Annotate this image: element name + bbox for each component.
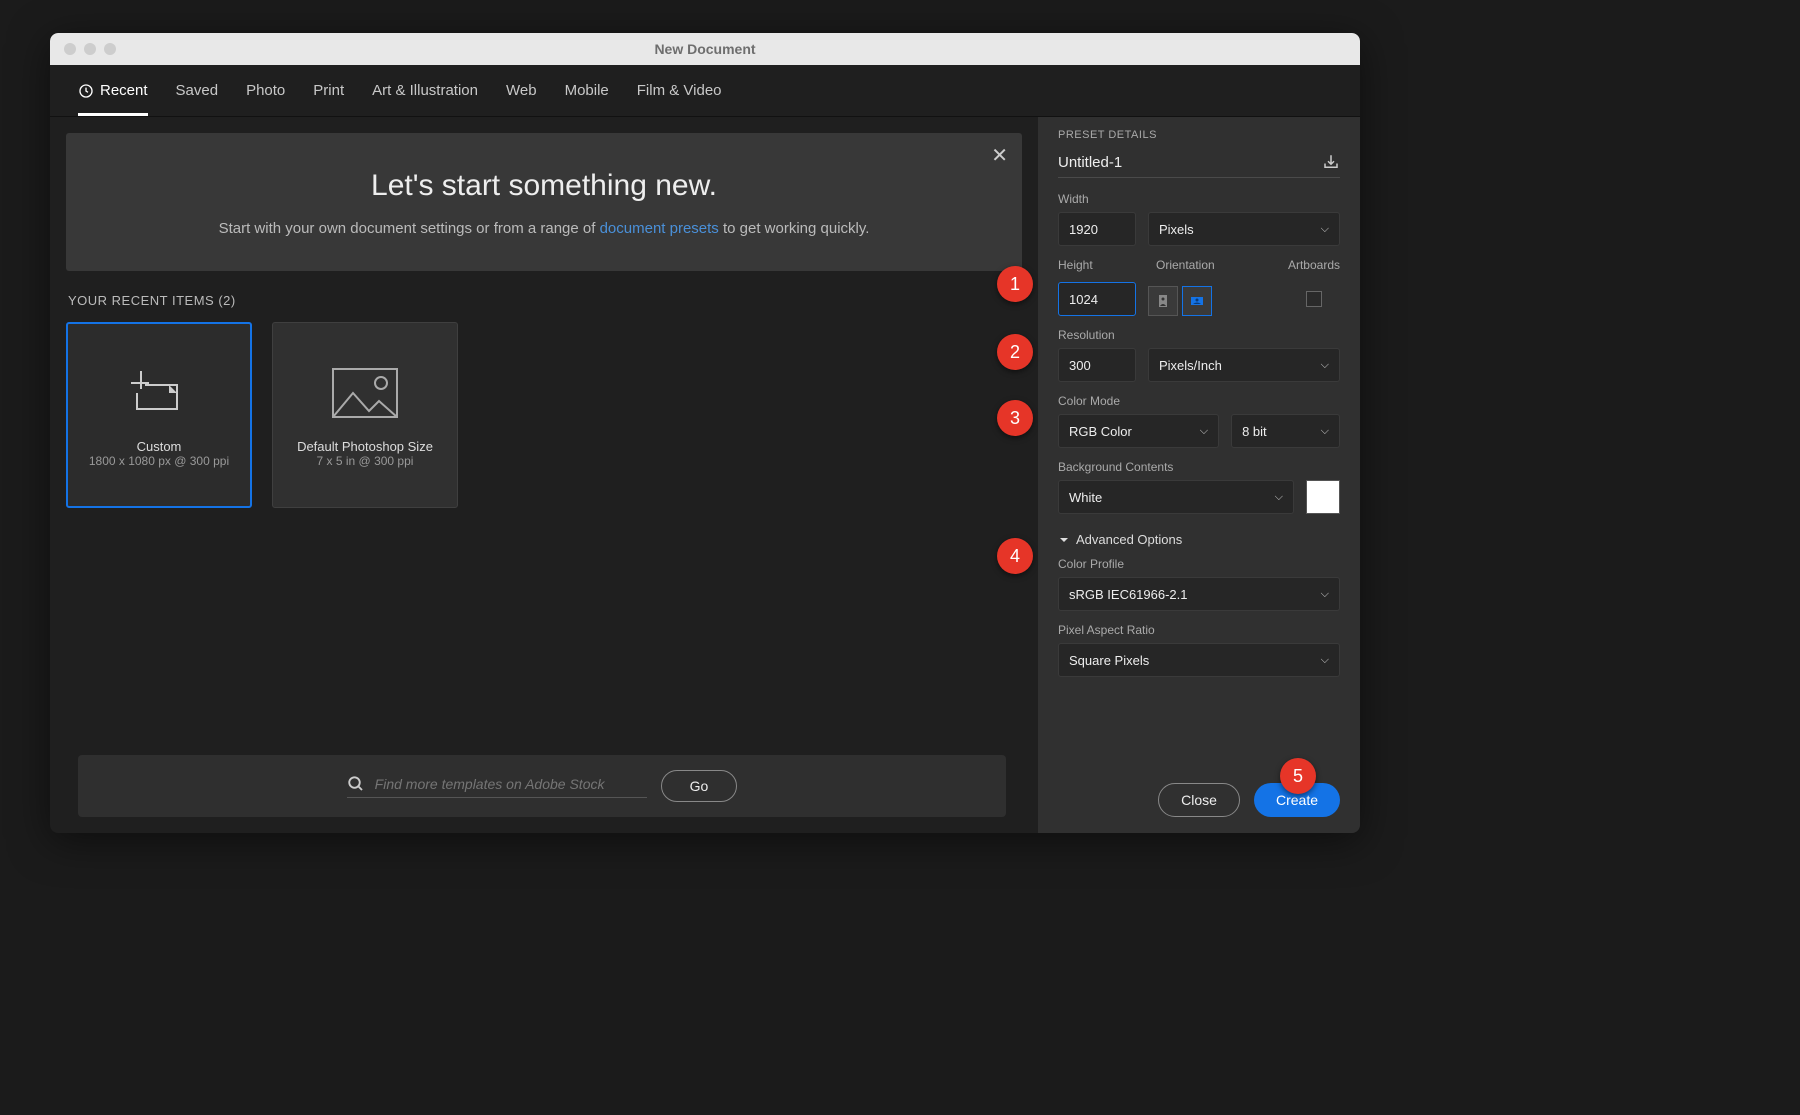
tab-mobile[interactable]: Mobile bbox=[565, 65, 609, 116]
hero-subtitle: Start with your own document settings or… bbox=[106, 217, 982, 241]
orientation-landscape-button[interactable] bbox=[1182, 286, 1212, 316]
search-icon bbox=[347, 775, 365, 793]
stock-search-input[interactable] bbox=[375, 776, 647, 792]
hero-title: Let's start something new. bbox=[106, 169, 982, 203]
preset-card-custom[interactable]: Custom 1800 x 1080 px @ 300 ppi bbox=[66, 322, 252, 508]
bit-depth-dropdown[interactable]: 8 bit⌵ bbox=[1231, 414, 1340, 448]
stock-search-bar: Go bbox=[78, 755, 1006, 817]
background-dropdown[interactable]: White⌵ bbox=[1058, 480, 1294, 514]
color-mode-dropdown[interactable]: RGB Color⌵ bbox=[1058, 414, 1219, 448]
titlebar: New Document bbox=[50, 33, 1360, 65]
chevron-down-icon: ⌵ bbox=[1321, 425, 1329, 438]
background-color-swatch[interactable] bbox=[1306, 480, 1340, 514]
artboards-checkbox[interactable] bbox=[1306, 291, 1322, 307]
welcome-banner: ✕ Let's start something new. Start with … bbox=[66, 133, 1022, 271]
chevron-down-icon: ⌵ bbox=[1321, 654, 1329, 667]
tab-web[interactable]: Web bbox=[506, 65, 537, 116]
pixel-aspect-ratio-dropdown[interactable]: Square Pixels⌵ bbox=[1058, 643, 1340, 677]
chevron-down-icon: ⌵ bbox=[1275, 491, 1283, 504]
resolution-input[interactable] bbox=[1058, 348, 1136, 382]
chevron-down-icon: ⌵ bbox=[1321, 588, 1329, 601]
close-icon[interactable]: ✕ bbox=[991, 143, 1008, 168]
save-preset-icon[interactable] bbox=[1322, 153, 1340, 171]
annotation-5: 5 bbox=[1280, 758, 1316, 794]
close-button[interactable]: Close bbox=[1158, 783, 1240, 817]
height-input[interactable] bbox=[1058, 282, 1136, 316]
chevron-down-icon: ⌵ bbox=[1321, 223, 1329, 236]
clock-icon bbox=[78, 83, 94, 99]
landscape-icon bbox=[1190, 294, 1204, 308]
tab-print[interactable]: Print bbox=[313, 65, 344, 116]
image-icon bbox=[325, 363, 405, 423]
annotation-2: 2 bbox=[997, 334, 1033, 370]
category-tabs: Recent Saved Photo Print Art & Illustrat… bbox=[50, 65, 1360, 117]
annotation-1: 1 bbox=[997, 266, 1033, 302]
stock-search-field[interactable] bbox=[347, 775, 647, 798]
width-unit-dropdown[interactable]: Pixels⌵ bbox=[1148, 212, 1340, 246]
window-title: New Document bbox=[50, 41, 1360, 57]
tab-photo[interactable]: Photo bbox=[246, 65, 285, 116]
annotation-4: 4 bbox=[997, 538, 1033, 574]
recent-items-heading: YOUR RECENT ITEMS (2) bbox=[68, 293, 1022, 308]
chevron-down-icon bbox=[1058, 534, 1070, 546]
chevron-down-icon: ⌵ bbox=[1200, 425, 1208, 438]
main-area: ✕ Let's start something new. Start with … bbox=[50, 117, 1038, 833]
custom-size-icon bbox=[119, 363, 199, 423]
go-button[interactable]: Go bbox=[661, 770, 738, 802]
chevron-down-icon: ⌵ bbox=[1321, 359, 1329, 372]
preset-details-heading: PRESET DETAILS bbox=[1058, 129, 1340, 141]
annotation-3: 3 bbox=[997, 400, 1033, 436]
tab-recent[interactable]: Recent bbox=[78, 65, 148, 116]
document-presets-link[interactable]: document presets bbox=[600, 220, 719, 237]
preset-card-default[interactable]: Default Photoshop Size 7 x 5 in @ 300 pp… bbox=[272, 322, 458, 508]
tab-film[interactable]: Film & Video bbox=[637, 65, 722, 116]
new-document-window: New Document Recent Saved Photo Print Ar… bbox=[50, 33, 1360, 833]
resolution-unit-dropdown[interactable]: Pixels/Inch⌵ bbox=[1148, 348, 1340, 382]
recent-items-grid: Custom 1800 x 1080 px @ 300 ppi Default … bbox=[66, 322, 1022, 508]
orientation-portrait-button[interactable] bbox=[1148, 286, 1178, 316]
color-profile-dropdown[interactable]: sRGB IEC61966-2.1⌵ bbox=[1058, 577, 1340, 611]
preset-details-panel: PRESET DETAILS Width Pixels⌵ Height Orie… bbox=[1038, 117, 1360, 833]
portrait-icon bbox=[1156, 294, 1170, 308]
document-name-input[interactable] bbox=[1058, 154, 1284, 171]
tab-saved[interactable]: Saved bbox=[176, 65, 219, 116]
tab-art[interactable]: Art & Illustration bbox=[372, 65, 478, 116]
width-input[interactable] bbox=[1058, 212, 1136, 246]
advanced-options-toggle[interactable]: Advanced Options bbox=[1058, 532, 1340, 547]
